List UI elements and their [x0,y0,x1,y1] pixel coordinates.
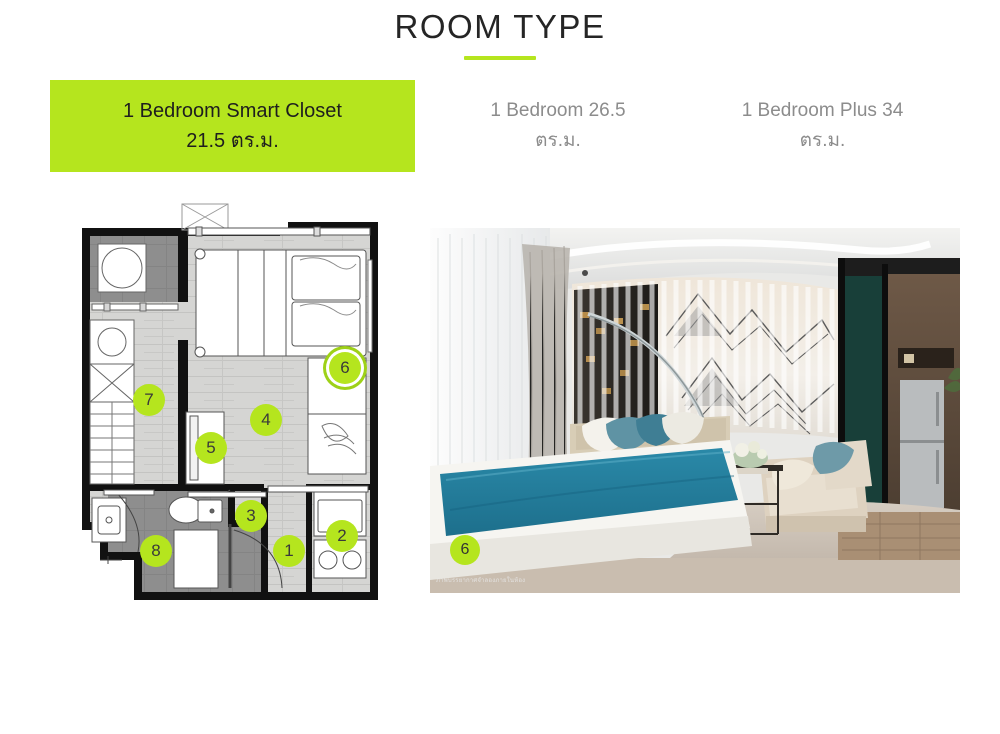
tab-1-bedroom-26-5[interactable]: 1 Bedroom 26.5 ตร.ม. [453,80,663,172]
plan-marker-4[interactable]: 4 [250,404,282,436]
plan-marker-label: 1 [284,541,294,560]
room-type-tabs: 1 Bedroom Smart Closet 21.5 ตร.ม. 1 Bedr… [50,80,970,172]
plan-marker-label: 5 [206,438,216,457]
plan-marker-6[interactable]: 6 [329,352,361,384]
title-underline-rule [464,56,536,60]
plan-marker-label: 2 [337,526,347,545]
thumbnail-carousel [0,650,1000,734]
floor-plan: 1 2 3 4 5 6 7 8 [78,200,398,610]
plan-marker-8[interactable]: 8 [140,535,172,567]
plan-marker-label: 4 [261,410,271,429]
plan-marker-1[interactable]: 1 [273,535,305,567]
plan-marker-3[interactable]: 3 [235,500,267,532]
section-header: ROOM TYPE [0,0,1000,60]
plan-marker-5[interactable]: 5 [195,432,227,464]
hero-render [430,228,960,593]
plan-marker-7[interactable]: 7 [133,384,165,416]
hero-badge-label: 6 [460,541,470,558]
hero-caption: ภาพบรรยากาศจำลองภายในห้อง [436,578,526,584]
plan-marker-2[interactable]: 2 [326,520,358,552]
tab-label-line2: 21.5 ตร.ม. [186,130,279,152]
tab-label-line2: ตร.ม. [799,130,846,151]
tab-label-line1: 1 Bedroom 26.5 [490,100,626,121]
room-type-section: ROOM TYPE 1 Bedroom Smart Closet 21.5 ตร… [0,0,1000,734]
tab-label-line1: 1 Bedroom Smart Closet [123,100,342,122]
tab-1-bedroom-plus-34[interactable]: 1 Bedroom Plus 34 ตร.ม. [715,80,930,172]
tab-label-line2: ตร.ม. [535,130,581,151]
tab-label-line1: 1 Bedroom Plus 34 [741,100,904,121]
plan-marker-label: 3 [246,506,256,525]
tab-1-bedroom-smart-closet[interactable]: 1 Bedroom Smart Closet 21.5 ตร.ม. [50,80,415,172]
plan-marker-label: 7 [144,390,154,409]
plan-marker-label: 8 [151,541,161,560]
plan-marker-label: 6 [340,358,350,377]
hero-marker-badge[interactable]: 6 [450,535,480,565]
hero-image[interactable]: 6 ภาพบรรยากาศจำลองภายในห้อง [430,228,960,593]
page-title: ROOM TYPE [394,8,606,45]
